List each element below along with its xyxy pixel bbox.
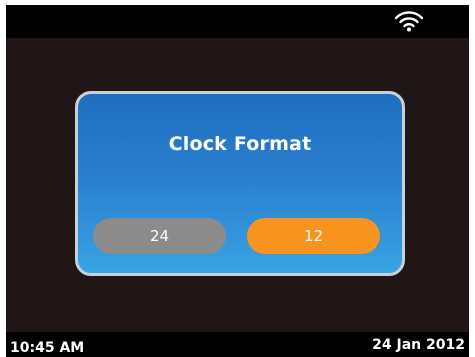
footer-bar: 10:45 AM 24 Jan 2012: [6, 332, 469, 357]
clock-format-dialog: Clock Format 24 12: [75, 91, 405, 276]
wifi-icon: [394, 11, 424, 32]
option-24-hour-button[interactable]: 24: [93, 218, 226, 254]
clock-date: 24 Jan 2012: [372, 337, 465, 353]
clock-time: 10:45 AM: [10, 340, 85, 356]
dialog-title: Clock Format: [168, 133, 312, 155]
option-12-hour-button[interactable]: 12: [247, 218, 380, 254]
device-screen: Clock Format 24 12 10:45 AM 24 Jan 2012: [6, 5, 469, 357]
status-bar: [6, 5, 469, 38]
